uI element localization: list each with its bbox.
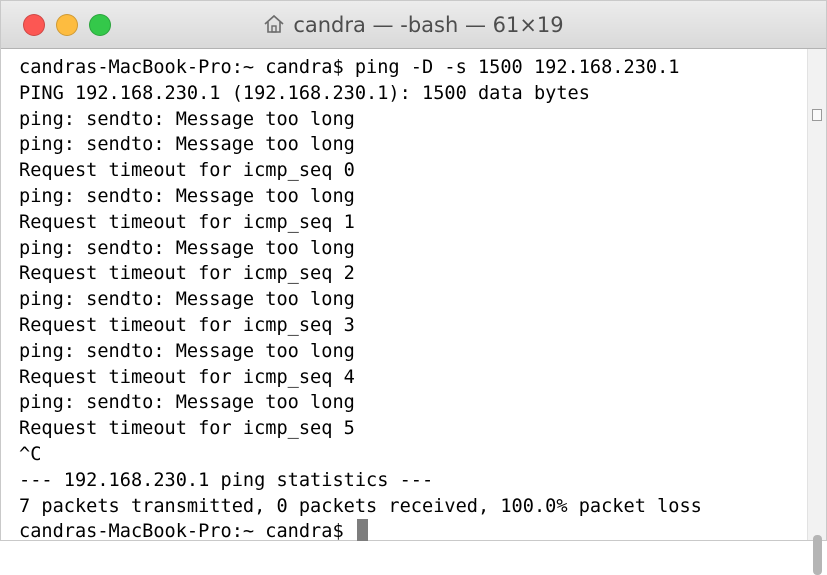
terminal-line: ping: sendto: Message too long: [19, 108, 355, 130]
home-icon: [264, 14, 284, 33]
vertical-scrollbar[interactable]: [807, 49, 826, 575]
terminal-line: Request timeout for icmp_seq 0: [19, 160, 355, 182]
shell-prompt: candras-MacBook-Pro:~ candra$: [19, 521, 355, 543]
title-bar[interactable]: candra — -bash — 61×19: [1, 1, 826, 49]
terminal-line: Request timeout for icmp_seq 1: [19, 211, 355, 233]
window-title: candra — -bash — 61×19: [293, 13, 564, 37]
terminal-line: PING 192.168.230.1 (192.168.230.1): 1500…: [19, 82, 590, 104]
terminal-line: ping: sendto: Message too long: [19, 185, 355, 207]
text-cursor: [356, 519, 368, 542]
prompt-line[interactable]: candras-MacBook-Pro:~ candra$: [19, 519, 808, 545]
scrollbar-thumb[interactable]: [813, 535, 822, 575]
terminal-line: ^C: [19, 443, 42, 465]
terminal-line: Request timeout for icmp_seq 3: [19, 314, 355, 336]
terminal-line: ping: sendto: Message too long: [19, 289, 355, 311]
terminal-window: candra — -bash — 61×19 candras-MacBook-P…: [0, 0, 827, 575]
terminal-line: Request timeout for icmp_seq 5: [19, 418, 355, 440]
terminal-line: 7 packets transmitted, 0 packets receive…: [19, 495, 702, 517]
terminal-line: ping: sendto: Message too long: [19, 392, 355, 414]
terminal-line: --- 192.168.230.1 ping statistics ---: [19, 469, 434, 491]
terminal-output[interactable]: candras-MacBook-Pro:~ candra$ ping -D -s…: [1, 49, 808, 542]
window-title-area: candra — -bash — 61×19: [1, 1, 826, 49]
terminal-line: Request timeout for icmp_seq 2: [19, 263, 355, 285]
terminal-line: candras-MacBook-Pro:~ candra$ ping -D -s…: [19, 57, 680, 78]
terminal-line: Request timeout for icmp_seq 4: [19, 366, 355, 388]
terminal-line: ping: sendto: Message too long: [19, 134, 355, 156]
terminal-line: ping: sendto: Message too long: [19, 237, 355, 259]
scroll-marker: [812, 109, 822, 121]
terminal-line: ping: sendto: Message too long: [19, 340, 355, 362]
